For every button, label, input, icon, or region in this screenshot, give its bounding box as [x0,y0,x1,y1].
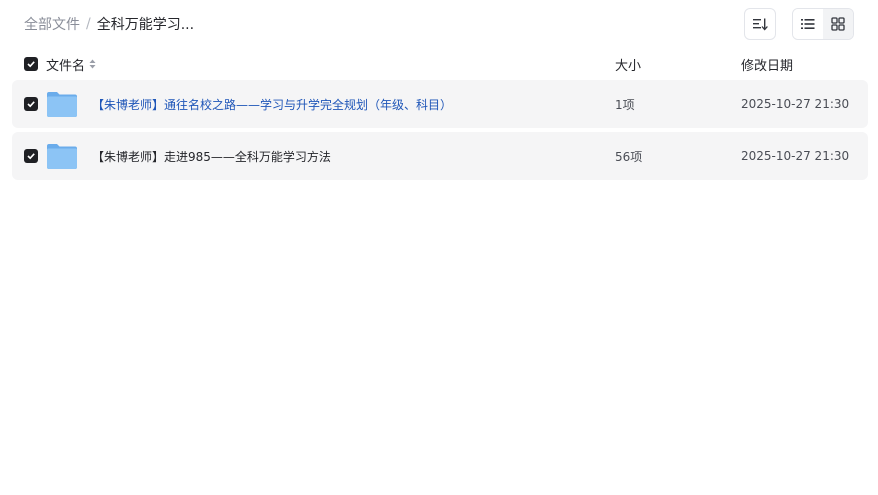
sort-lines-icon [753,18,768,31]
list-view-button[interactable] [793,9,823,39]
column-header-name-label: 文件名 [46,58,86,74]
grid-view-button[interactable] [823,9,853,39]
select-all-checkbox[interactable] [24,57,38,71]
table-header: 文件名 大小 修改日期 [12,50,868,78]
column-header-name[interactable]: 文件名 [46,55,96,74]
breadcrumb-current: 全科万能学习... [96,17,195,33]
column-header-date[interactable]: 修改日期 [741,55,793,74]
file-name-link[interactable]: 【朱博老师】通往名校之路——学习与升学完全规划（年级、科目） [92,96,452,113]
folder-icon [47,144,77,169]
row-checkbox[interactable] [24,97,38,111]
breadcrumb-root[interactable]: 全部文件 [24,14,80,34]
check-icon [27,61,35,68]
check-icon [27,101,35,108]
breadcrumb-separator: / [86,16,91,32]
file-size: 1项 [615,97,635,112]
row-checkbox[interactable] [24,149,38,163]
grid-view-icon [831,17,845,31]
column-header-size[interactable]: 大小 [615,55,641,74]
table-row[interactable]: 【朱博老师】走进985——全科万能学习方法 56项 2025-10-27 21:… [12,132,868,180]
table-row[interactable]: 【朱博老师】通往名校之路——学习与升学完全规划（年级、科目） 1项 2025-1… [12,80,868,128]
view-toggle [792,8,854,40]
sort-button[interactable] [744,8,776,40]
breadcrumb: 全部文件 / 全科万能学习... [24,14,194,34]
file-date: 2025-10-27 21:30 [741,149,850,163]
list-view-icon [801,19,815,29]
check-icon [27,153,35,160]
file-browser: 全部文件 / 全科万能学习... 文件名 大小 修改日期 【朱博老师】通往名校之… [0,0,878,495]
file-date: 2025-10-27 21:30 [741,97,850,111]
file-name-link[interactable]: 【朱博老师】走进985——全科万能学习方法 [92,148,331,165]
file-size: 56项 [615,149,643,164]
folder-icon [47,92,77,117]
sort-arrows-icon [89,59,96,69]
